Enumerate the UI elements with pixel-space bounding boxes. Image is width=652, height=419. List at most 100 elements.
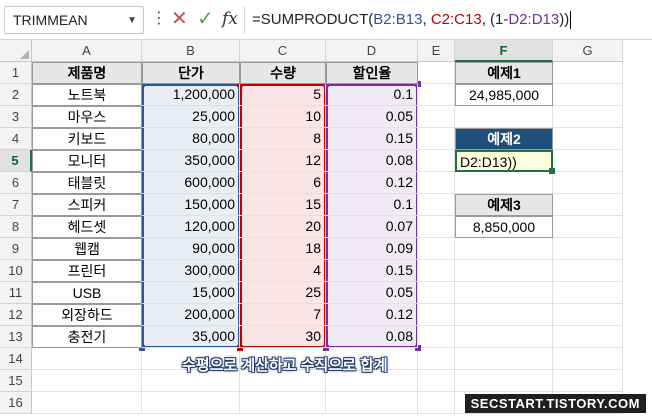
grid-cell[interactable] bbox=[455, 304, 553, 326]
column-header-b[interactable]: B bbox=[142, 40, 240, 62]
grid-cell[interactable] bbox=[418, 106, 455, 128]
grid-cell[interactable] bbox=[455, 348, 553, 370]
row-header-2[interactable]: 2 bbox=[0, 84, 32, 106]
table-cell[interactable]: USB bbox=[32, 282, 142, 304]
table-cell[interactable]: 0.15 bbox=[326, 128, 418, 150]
table-cell[interactable]: 120,000 bbox=[142, 216, 240, 238]
table-cell[interactable]: 90,000 bbox=[142, 238, 240, 260]
column-header-e[interactable]: E bbox=[418, 40, 455, 62]
name-box[interactable]: TRIMMEAN ▼ bbox=[4, 6, 144, 34]
grid-cell[interactable] bbox=[455, 106, 553, 128]
grid-cell[interactable] bbox=[418, 150, 455, 172]
column-header-f[interactable]: F bbox=[455, 40, 553, 62]
table-cell[interactable]: 0.1 bbox=[326, 84, 418, 106]
grid-cell[interactable] bbox=[326, 392, 418, 414]
table-cell[interactable]: 외장하드 bbox=[32, 304, 142, 326]
table-cell[interactable]: 6 bbox=[240, 172, 326, 194]
grid-cell[interactable] bbox=[455, 172, 553, 194]
grid-cell[interactable] bbox=[455, 260, 553, 282]
select-all-button[interactable] bbox=[0, 40, 32, 62]
row-header-15[interactable]: 15 bbox=[0, 370, 32, 392]
table-cell[interactable]: 35,000 bbox=[142, 326, 240, 348]
grid-cell[interactable] bbox=[418, 370, 455, 392]
grid-cell[interactable] bbox=[553, 370, 623, 392]
table-cell[interactable]: 0.05 bbox=[326, 106, 418, 128]
grid-cell[interactable] bbox=[553, 238, 623, 260]
column-header-g[interactable]: G bbox=[553, 40, 623, 62]
grid-cell[interactable] bbox=[553, 150, 623, 172]
grid-cell[interactable] bbox=[418, 172, 455, 194]
table-cell[interactable]: 4 bbox=[240, 260, 326, 282]
table-cell[interactable]: 8 bbox=[240, 128, 326, 150]
table-cell[interactable]: 헤드셋 bbox=[32, 216, 142, 238]
grid-cell[interactable] bbox=[32, 392, 142, 414]
grid-cell[interactable] bbox=[455, 238, 553, 260]
formula-input[interactable]: =SUMPRODUCT(B2:B13, C2:C13, (1-D2:D13)) bbox=[252, 6, 572, 34]
more-options-icon[interactable]: ⋮ bbox=[151, 8, 167, 30]
example2-active-cell[interactable]: D2:D13)) bbox=[455, 150, 553, 172]
table-cell[interactable]: 1,200,000 bbox=[142, 84, 240, 106]
table-cell[interactable]: 10 bbox=[240, 106, 326, 128]
grid-cell[interactable] bbox=[240, 392, 326, 414]
table-cell[interactable]: 프린터 bbox=[32, 260, 142, 282]
example1-value[interactable]: 24,985,000 bbox=[455, 84, 553, 106]
row-header-11[interactable]: 11 bbox=[0, 282, 32, 304]
table-cell[interactable]: 0.07 bbox=[326, 216, 418, 238]
grid-cell[interactable] bbox=[553, 260, 623, 282]
grid-cell[interactable] bbox=[418, 128, 455, 150]
grid-cell[interactable] bbox=[553, 62, 623, 84]
table-cell[interactable]: 600,000 bbox=[142, 172, 240, 194]
grid-cell[interactable] bbox=[418, 282, 455, 304]
table-cell[interactable]: 15,000 bbox=[142, 282, 240, 304]
table-cell[interactable]: 25,000 bbox=[142, 106, 240, 128]
grid-cell[interactable] bbox=[455, 370, 553, 392]
grid-cell[interactable] bbox=[455, 282, 553, 304]
row-header-13[interactable]: 13 bbox=[0, 326, 32, 348]
example3-label[interactable]: 예제3 bbox=[455, 194, 553, 216]
grid-cell[interactable] bbox=[553, 282, 623, 304]
grid-cell[interactable] bbox=[418, 216, 455, 238]
table-cell[interactable]: 0.12 bbox=[326, 304, 418, 326]
table-header-cell[interactable]: 제품명 bbox=[32, 62, 142, 84]
table-cell[interactable]: 0.1 bbox=[326, 194, 418, 216]
grid-cell[interactable] bbox=[418, 392, 455, 414]
column-header-d[interactable]: D bbox=[326, 40, 418, 62]
table-header-cell[interactable]: 수량 bbox=[240, 62, 326, 84]
grid-cell[interactable] bbox=[418, 194, 455, 216]
table-cell[interactable]: 스피커 bbox=[32, 194, 142, 216]
table-cell[interactable]: 키보드 bbox=[32, 128, 142, 150]
grid-cell[interactable] bbox=[455, 326, 553, 348]
row-header-12[interactable]: 12 bbox=[0, 304, 32, 326]
table-cell[interactable]: 0.15 bbox=[326, 260, 418, 282]
table-cell[interactable]: 20 bbox=[240, 216, 326, 238]
fill-handle[interactable] bbox=[549, 168, 555, 174]
table-cell[interactable]: 7 bbox=[240, 304, 326, 326]
row-header-14[interactable]: 14 bbox=[0, 348, 32, 370]
row-header-4[interactable]: 4 bbox=[0, 128, 32, 150]
table-cell[interactable]: 모니터 bbox=[32, 150, 142, 172]
grid-cell[interactable] bbox=[418, 84, 455, 106]
table-header-cell[interactable]: 할인율 bbox=[326, 62, 418, 84]
table-cell[interactable]: 0.05 bbox=[326, 282, 418, 304]
table-cell[interactable]: 80,000 bbox=[142, 128, 240, 150]
row-header-5[interactable]: 5 bbox=[0, 150, 32, 172]
table-cell[interactable]: 18 bbox=[240, 238, 326, 260]
cancel-icon[interactable]: ✕ bbox=[171, 6, 188, 32]
row-header-7[interactable]: 7 bbox=[0, 194, 32, 216]
grid-cell[interactable] bbox=[553, 172, 623, 194]
table-cell[interactable]: 충전기 bbox=[32, 326, 142, 348]
row-header-6[interactable]: 6 bbox=[0, 172, 32, 194]
column-header-a[interactable]: A bbox=[32, 40, 142, 62]
row-header-3[interactable]: 3 bbox=[0, 106, 32, 128]
table-cell[interactable]: 300,000 bbox=[142, 260, 240, 282]
table-cell[interactable]: 200,000 bbox=[142, 304, 240, 326]
insert-function-icon[interactable]: fx bbox=[222, 7, 238, 31]
table-cell[interactable]: 15 bbox=[240, 194, 326, 216]
example2-label[interactable]: 예제2 bbox=[455, 128, 553, 150]
grid-cell[interactable] bbox=[553, 216, 623, 238]
table-header-cell[interactable]: 단가 bbox=[142, 62, 240, 84]
table-cell[interactable]: 25 bbox=[240, 282, 326, 304]
table-cell[interactable]: 마우스 bbox=[32, 106, 142, 128]
grid-cell[interactable] bbox=[418, 62, 455, 84]
grid-cell[interactable] bbox=[32, 348, 142, 370]
